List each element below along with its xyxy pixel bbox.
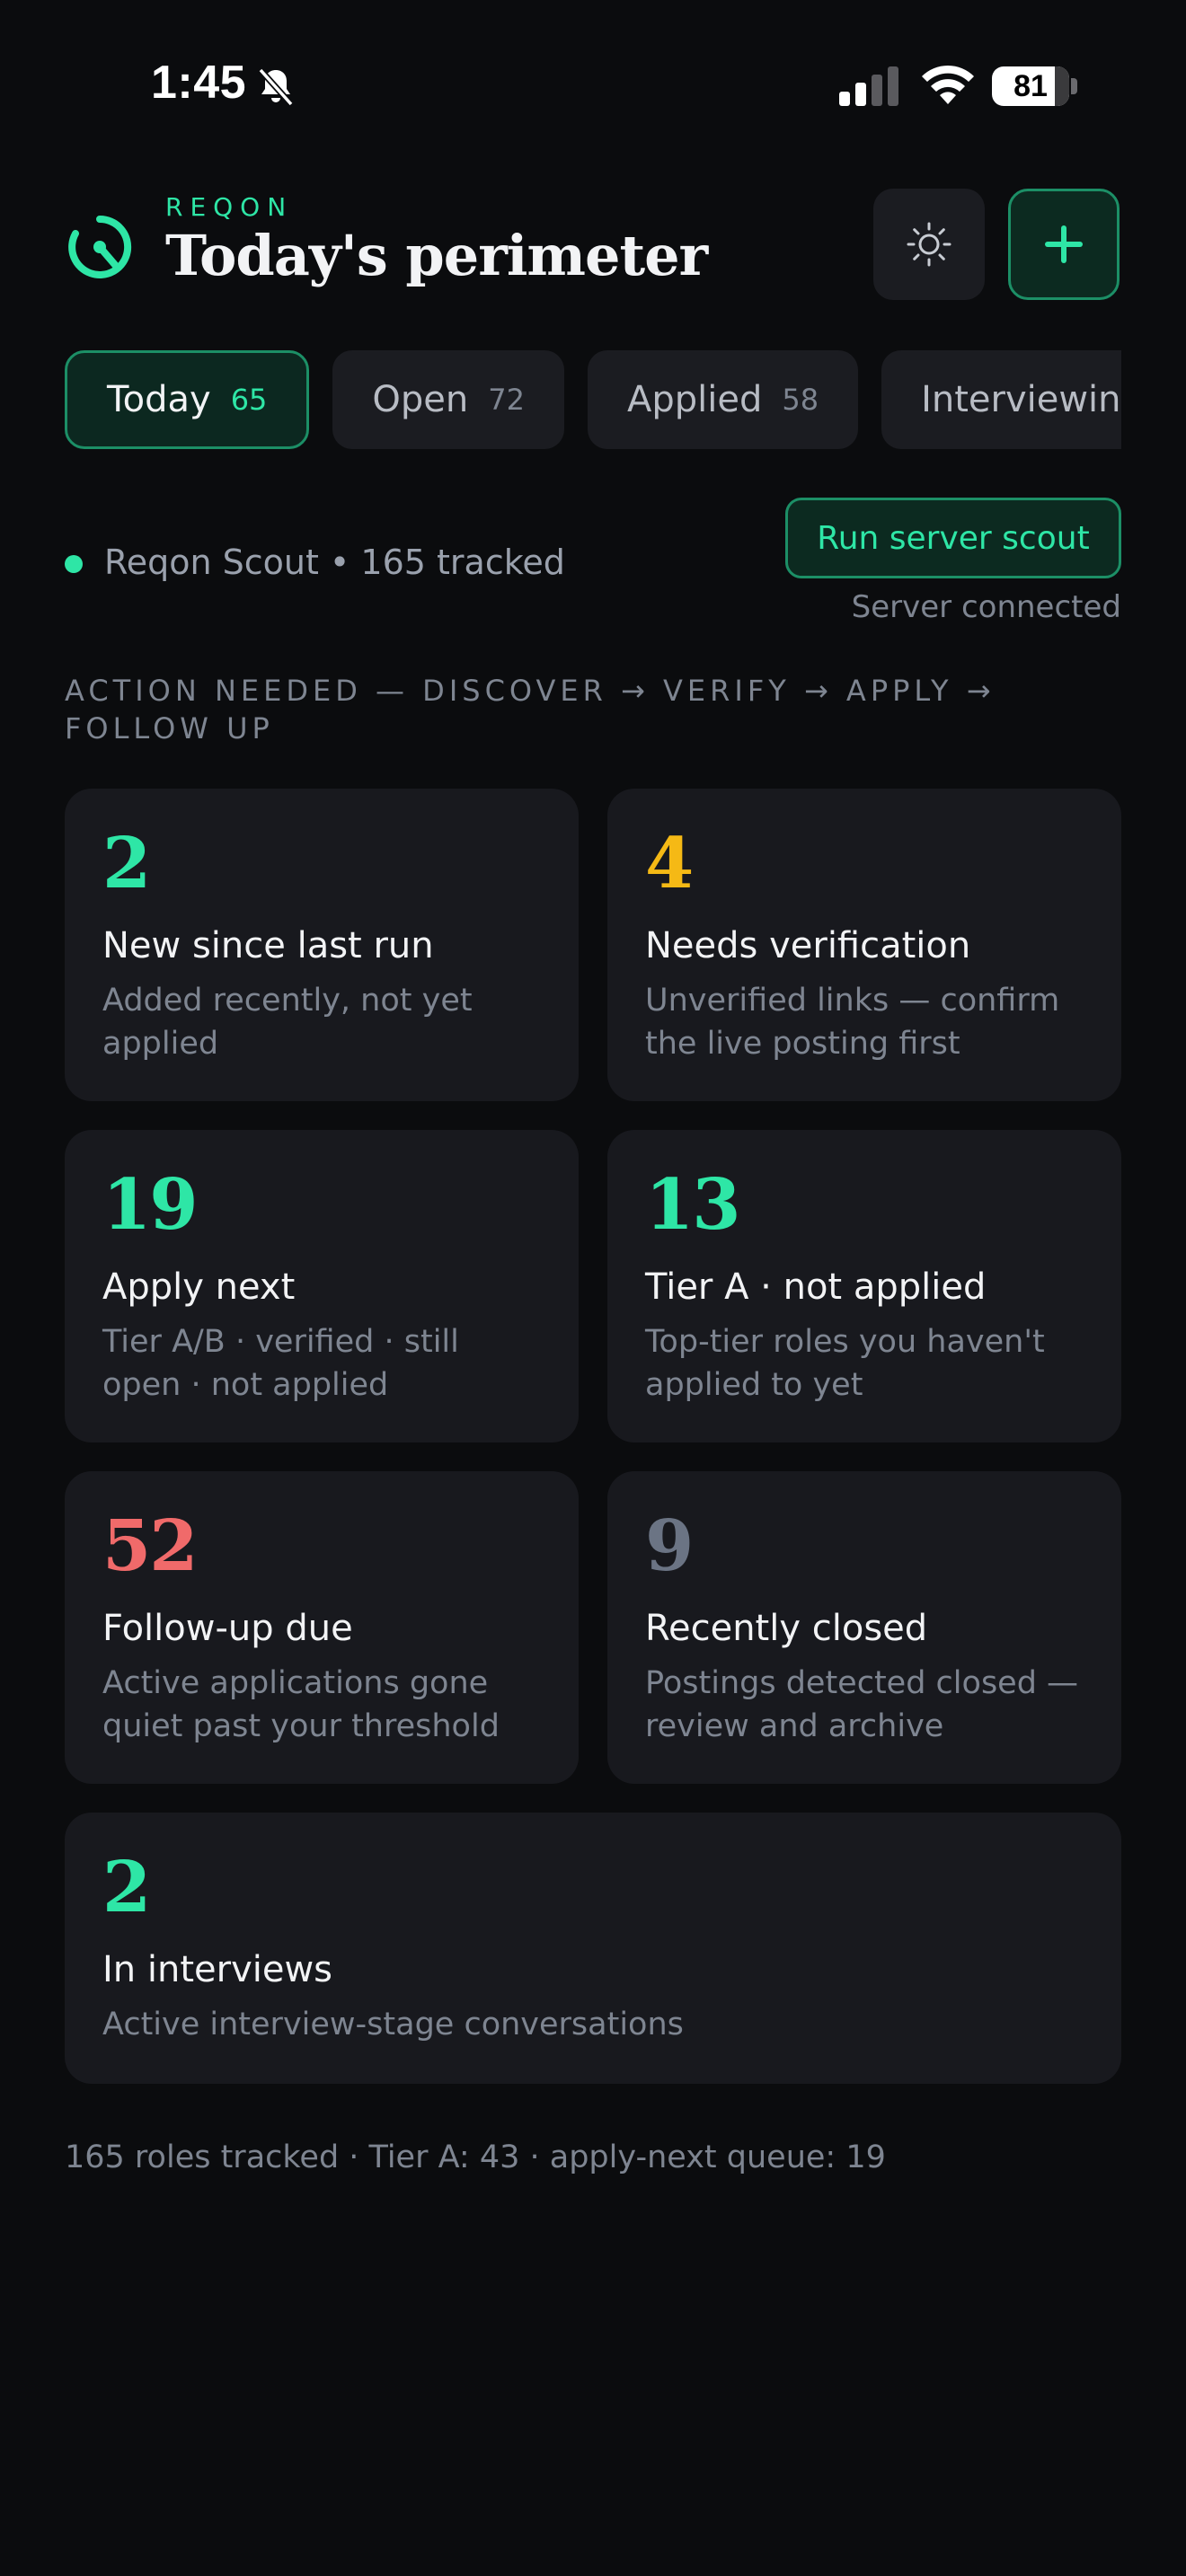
tab-label: Today	[107, 379, 211, 420]
plus-icon	[1045, 225, 1083, 263]
tab-count: 72	[488, 383, 525, 417]
battery-nub	[1071, 78, 1077, 94]
server-status: Server connected	[851, 589, 1121, 625]
card-description: Added recently, not yet applied	[102, 983, 473, 1062]
card-in-interviews[interactable]: 2 In interviews Active interview-stage c…	[65, 1813, 1121, 2084]
card-description: Top-tier roles you haven't applied to ye…	[645, 1324, 1045, 1403]
status-bar: 1:45 81	[0, 0, 1186, 171]
app-screen: 1:45 81 REQON Today's perimeter Today 65…	[0, 0, 1186, 2576]
battery-indicator: 81	[992, 66, 1069, 106]
bell-slash-icon	[258, 67, 294, 107]
card-tier-a-not-applied[interactable]: 13 Tier A · not applied Top-tier roles y…	[607, 1130, 1121, 1442]
card-count: 13	[645, 1164, 741, 1246]
theme-toggle-button[interactable]	[873, 189, 985, 300]
brand-name: REQON	[165, 192, 294, 222]
card-needs-verification[interactable]: 4 Needs verification Unverified links — …	[607, 789, 1121, 1101]
battery-level: 81	[1013, 69, 1048, 103]
radar-icon	[68, 215, 132, 278]
cellular-signal-icon	[839, 66, 898, 106]
wifi-icon	[922, 65, 974, 104]
tab-interviewing[interactable]: Interviewing	[881, 350, 1121, 449]
card-description: Active applications gone quiet past your…	[102, 1665, 500, 1744]
card-apply-next[interactable]: 19 Apply next Tier A/B · verified · stil…	[65, 1130, 579, 1442]
card-count: 2	[102, 1847, 151, 1928]
footer-summary: 165 roles tracked · Tier A: 43 · apply-n…	[65, 2139, 886, 2175]
card-description: Active interview-stage conversations	[102, 2007, 684, 2042]
section-label: ACTION NEEDED — DISCOVER → VERIFY → APPL…	[65, 674, 996, 745]
card-title: Follow-up due	[102, 1608, 353, 1649]
card-description: Unverified links — confirm the live post…	[645, 983, 1060, 1062]
tab-today[interactable]: Today 65	[65, 350, 310, 449]
page-title: Today's perimeter	[165, 223, 708, 288]
tab-applied[interactable]: Applied 58	[587, 350, 859, 449]
card-new-since-last-run[interactable]: 2 New since last run Added recently, not…	[65, 789, 579, 1101]
tab-label: Applied	[626, 379, 763, 420]
scout-summary: Reqon Scout • 165 tracked	[104, 543, 565, 582]
tab-label: Open	[372, 379, 469, 420]
tab-count: 58	[782, 383, 819, 417]
card-count: 2	[102, 823, 151, 904]
tab-open[interactable]: Open 72	[332, 350, 564, 449]
tab-count: 65	[230, 383, 268, 417]
card-description: Tier A/B · verified · still open · not a…	[102, 1324, 459, 1403]
sun-icon	[907, 222, 951, 267]
tab-label: Interviewing	[921, 379, 1121, 420]
card-count: 9	[645, 1505, 694, 1587]
add-button[interactable]	[1008, 189, 1120, 300]
card-count: 4	[645, 823, 694, 904]
card-title: In interviews	[102, 1949, 333, 1990]
filter-tabs: Today 65 Open 72 Applied 58 Interviewing	[65, 350, 1121, 449]
card-title: Recently closed	[645, 1608, 928, 1649]
run-server-scout-button[interactable]: Run server scout	[785, 498, 1121, 578]
card-follow-up-due[interactable]: 52 Follow-up due Active applications gon…	[65, 1471, 579, 1784]
scout-status-dot	[65, 555, 83, 573]
card-recently-closed[interactable]: 9 Recently closed Postings detected clos…	[607, 1471, 1121, 1784]
card-count: 52	[102, 1505, 199, 1587]
card-title: Apply next	[102, 1266, 296, 1308]
card-title: New since last run	[102, 925, 434, 966]
card-title: Needs verification	[645, 925, 971, 966]
card-count: 19	[102, 1164, 199, 1246]
status-time: 1:45	[151, 57, 247, 109]
card-title: Tier A · not applied	[645, 1266, 987, 1308]
card-description: Postings detected closed — review and ar…	[645, 1665, 1079, 1744]
